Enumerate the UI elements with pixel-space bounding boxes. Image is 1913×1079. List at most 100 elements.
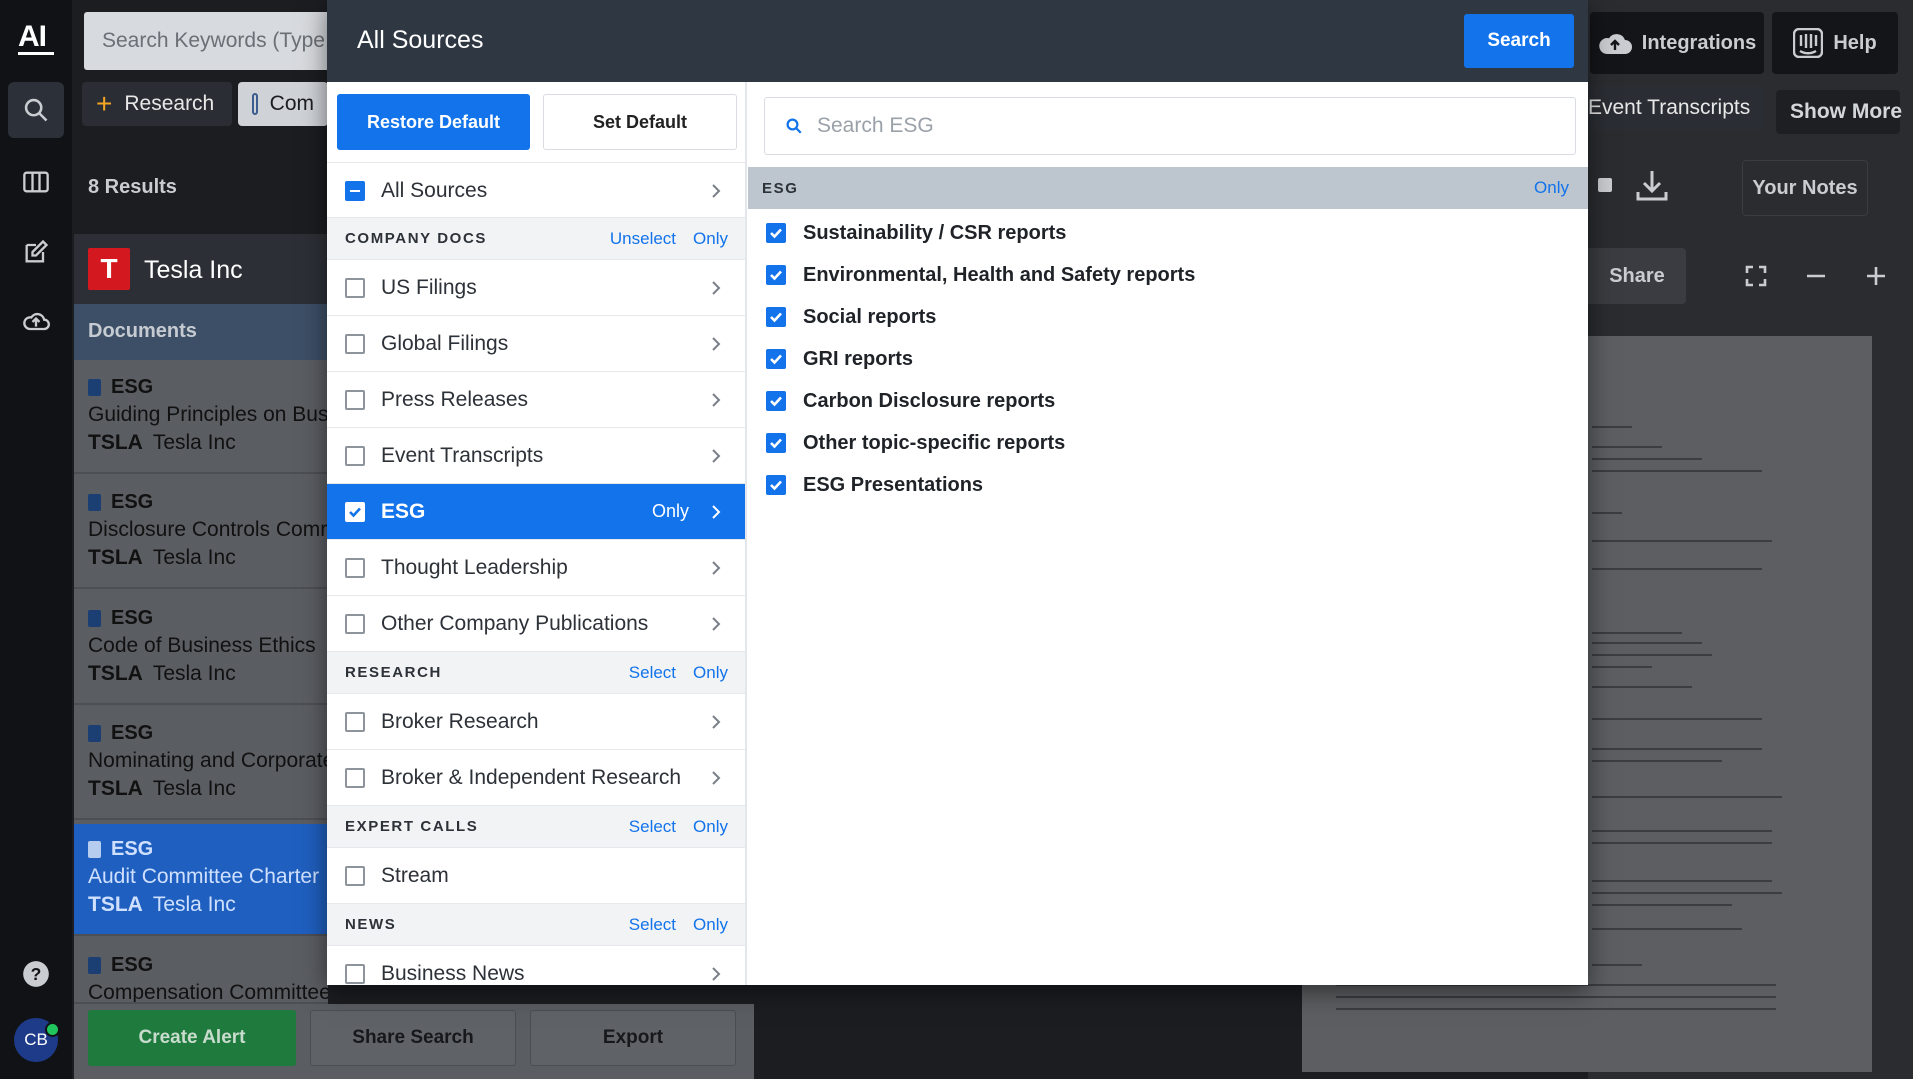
source-row-global-filings[interactable]: Global Filings bbox=[327, 315, 745, 371]
esg-item[interactable]: Carbon Disclosure reports bbox=[766, 386, 1055, 416]
section-title: ESG bbox=[762, 179, 799, 197]
source-row-other-company-publications[interactable]: Other Company Publications bbox=[327, 595, 745, 651]
fullscreen-button[interactable] bbox=[1736, 256, 1776, 296]
esg-search-box[interactable] bbox=[764, 97, 1576, 155]
esg-item[interactable]: ESG Presentations bbox=[766, 470, 983, 500]
source-row-broker-independent-research[interactable]: Broker & Independent Research bbox=[327, 749, 745, 805]
source-row-press-releases[interactable]: Press Releases bbox=[327, 371, 745, 427]
chevron-right-icon bbox=[703, 961, 729, 986]
source-label: Other Company Publications bbox=[381, 611, 649, 635]
checkbox[interactable] bbox=[345, 613, 365, 634]
select-link[interactable]: Select bbox=[629, 915, 676, 935]
esg-item[interactable]: Other topic-specific reports bbox=[766, 428, 1065, 458]
document-ticker: TSLA bbox=[88, 777, 143, 800]
rail-search-button[interactable] bbox=[8, 82, 64, 138]
checkbox[interactable] bbox=[345, 767, 365, 788]
share-button[interactable]: Share bbox=[1588, 248, 1686, 304]
checkbox-checked[interactable] bbox=[345, 501, 365, 522]
section-company-docs: COMPANY DOCS Unselect Only bbox=[327, 217, 745, 259]
source-row-us-filings[interactable]: US Filings bbox=[327, 259, 745, 315]
checkbox-checked[interactable] bbox=[766, 307, 786, 327]
source-row-broker-research[interactable]: Broker Research bbox=[327, 693, 745, 749]
checkbox[interactable] bbox=[345, 963, 365, 984]
company-name: Tesla Inc bbox=[144, 256, 243, 284]
source-row-business-news[interactable]: Business News bbox=[327, 945, 745, 985]
user-avatar[interactable]: CB bbox=[14, 1018, 60, 1062]
only-link[interactable]: Only bbox=[1534, 178, 1569, 198]
checkbox[interactable] bbox=[345, 557, 365, 578]
event-transcripts-chip[interactable]: Event Transcripts bbox=[1588, 86, 1764, 130]
section-title: NEWS bbox=[345, 916, 397, 933]
document-item-selected[interactable]: ESG Audit Committee Charter TSLA Tesla In… bbox=[74, 824, 328, 936]
export-button[interactable]: Export bbox=[530, 1010, 736, 1066]
search-button[interactable]: Search bbox=[1464, 14, 1574, 68]
document-item[interactable]: ESG Code of Business Ethics TSLA Tesla In… bbox=[74, 593, 328, 705]
source-row-stream[interactable]: Stream bbox=[327, 847, 745, 903]
share-search-button[interactable]: Share Search bbox=[310, 1010, 516, 1066]
source-row-esg[interactable]: ESG Only bbox=[327, 483, 745, 539]
only-link[interactable]: Only bbox=[693, 663, 728, 683]
company-header[interactable]: T Tesla Inc bbox=[74, 234, 328, 304]
document-item[interactable]: ESG Guiding Principles on Bus TSLA Tesla … bbox=[74, 362, 328, 474]
checkbox[interactable] bbox=[345, 865, 365, 886]
cloud-upload-icon bbox=[23, 312, 50, 331]
company-chip[interactable]: Com bbox=[238, 82, 328, 126]
research-chip[interactable]: + Research bbox=[82, 82, 232, 126]
only-link[interactable]: Only bbox=[693, 229, 728, 249]
checkbox-checked[interactable] bbox=[766, 349, 786, 369]
checkbox[interactable] bbox=[345, 711, 365, 732]
results-count: 8 Results bbox=[88, 176, 177, 198]
your-notes-button[interactable]: Your Notes bbox=[1742, 160, 1868, 216]
checkbox[interactable] bbox=[345, 389, 365, 410]
create-alert-button[interactable]: Create Alert bbox=[88, 1010, 296, 1066]
all-sources-row[interactable]: All Sources bbox=[327, 162, 745, 218]
bookmark-button[interactable] bbox=[1592, 160, 1620, 210]
esg-item[interactable]: Social reports bbox=[766, 302, 936, 332]
download-button[interactable] bbox=[1630, 160, 1674, 210]
only-link[interactable]: Only bbox=[652, 501, 689, 522]
source-row-thought-leadership[interactable]: Thought Leadership bbox=[327, 539, 745, 595]
zoom-out-button[interactable] bbox=[1796, 256, 1836, 296]
only-link[interactable]: Only bbox=[693, 915, 728, 935]
left-rail: AI ? CB bbox=[0, 0, 72, 1079]
esg-search-input[interactable] bbox=[817, 114, 1517, 138]
checkbox-checked[interactable] bbox=[766, 433, 786, 453]
rail-upload-button[interactable] bbox=[8, 294, 64, 350]
robot-icon bbox=[1598, 178, 1612, 192]
partial-checkbox[interactable] bbox=[345, 180, 365, 201]
checkbox-checked[interactable] bbox=[766, 475, 786, 495]
checkbox-checked[interactable] bbox=[766, 223, 786, 243]
integrations-button[interactable]: Integrations bbox=[1590, 12, 1764, 74]
checkbox[interactable] bbox=[345, 333, 365, 354]
app-logo[interactable]: AI bbox=[18, 20, 54, 56]
document-icon bbox=[88, 610, 101, 627]
select-link[interactable]: Select bbox=[629, 663, 676, 683]
checkbox[interactable] bbox=[345, 445, 365, 466]
rail-notes-button[interactable] bbox=[8, 224, 64, 280]
set-default-button[interactable]: Set Default bbox=[543, 94, 737, 150]
source-label: Broker & Independent Research bbox=[381, 765, 682, 789]
rail-help-button[interactable]: ? bbox=[8, 946, 64, 1002]
esg-item[interactable]: GRI reports bbox=[766, 344, 913, 374]
document-item[interactable]: ESG Nominating and Corporate TSLA Tesla I… bbox=[74, 708, 328, 820]
esg-item[interactable]: Environmental, Health and Safety reports bbox=[766, 260, 1195, 290]
esg-item[interactable]: Sustainability / CSR reports bbox=[766, 218, 1066, 248]
help-button[interactable]: Help bbox=[1772, 12, 1898, 74]
document-item[interactable]: ESG Disclosure Controls Comr TSLA Tesla I… bbox=[74, 477, 328, 589]
source-row-event-transcripts[interactable]: Event Transcripts bbox=[327, 427, 745, 483]
restore-default-button[interactable]: Restore Default bbox=[337, 94, 530, 150]
select-link[interactable]: Select bbox=[629, 817, 676, 837]
show-more-button[interactable]: Show More bbox=[1776, 90, 1902, 134]
only-link[interactable]: Only bbox=[693, 817, 728, 837]
chevron-right-icon bbox=[703, 178, 729, 204]
checkbox-checked[interactable] bbox=[766, 265, 786, 285]
zoom-in-button[interactable] bbox=[1856, 256, 1896, 296]
cloud-upload-icon bbox=[1599, 34, 1632, 54]
checkbox[interactable] bbox=[345, 277, 365, 298]
source-label: Press Releases bbox=[381, 387, 529, 411]
rail-columns-button[interactable] bbox=[8, 154, 64, 210]
unselect-link[interactable]: Unselect bbox=[610, 229, 676, 249]
checkbox-checked[interactable] bbox=[766, 391, 786, 411]
minus-square-icon bbox=[252, 93, 258, 115]
document-item[interactable]: ESG Compensation Committee Charter bbox=[74, 940, 328, 1004]
